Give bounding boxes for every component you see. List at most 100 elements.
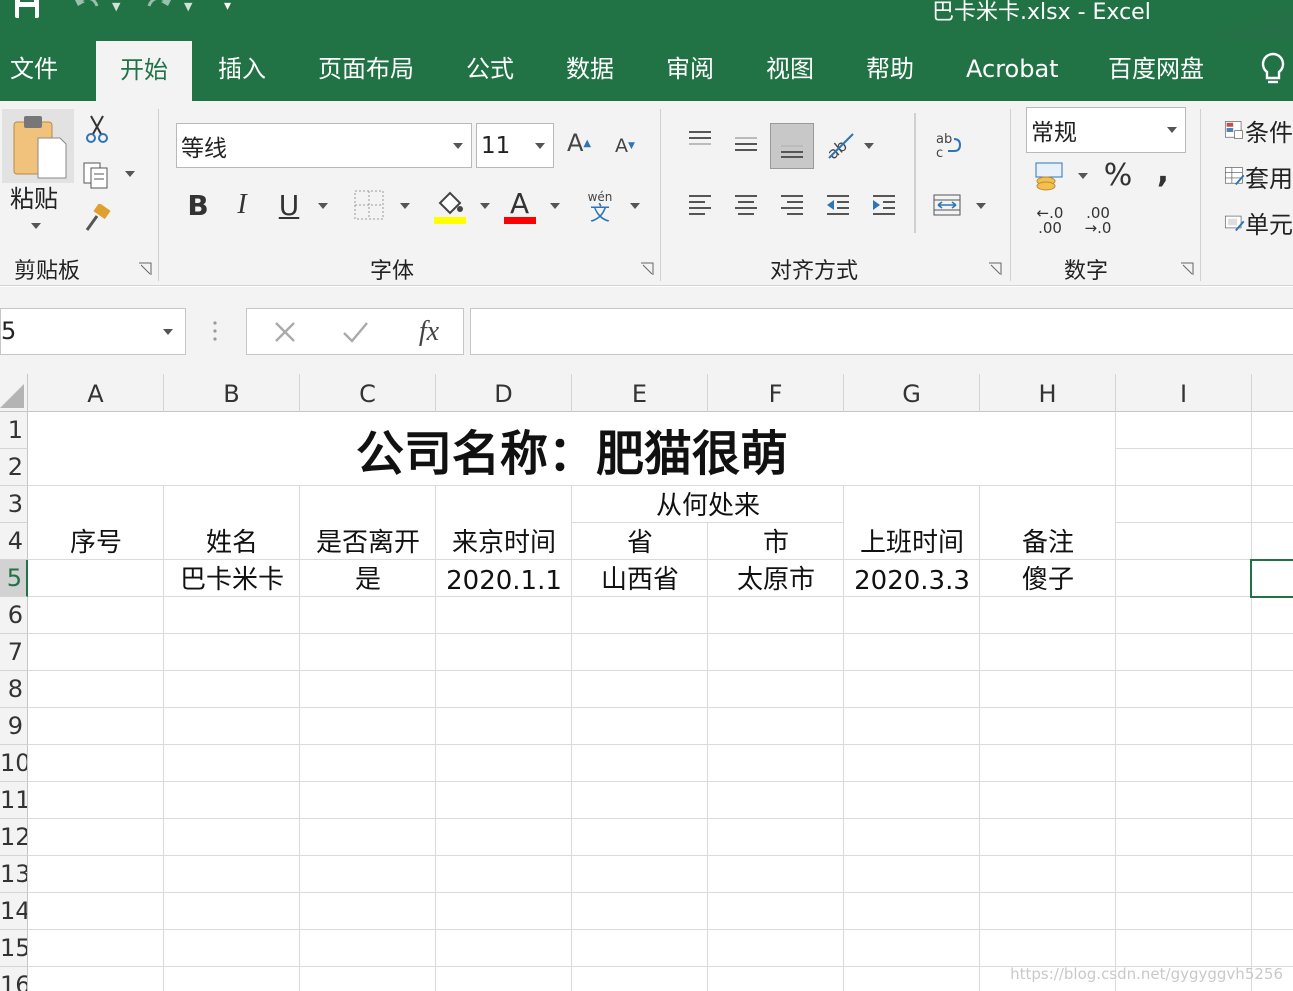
row-header[interactable]: 1	[0, 412, 28, 449]
increase-decimal-icon[interactable]: ←.0 .00	[1030, 203, 1070, 239]
tab-formulas[interactable]: 公式	[466, 40, 514, 101]
column-header[interactable]: E	[572, 374, 708, 412]
lightbulb-icon[interactable]	[1259, 50, 1287, 90]
accounting-format-icon[interactable]	[1030, 159, 1070, 195]
phonetic-dropdown-icon[interactable]	[626, 199, 644, 213]
tab-insert[interactable]: 插入	[218, 40, 266, 101]
active-cell-selection[interactable]	[1250, 559, 1293, 598]
align-bottom-icon[interactable]	[770, 123, 814, 169]
tab-home[interactable]: 开始	[96, 41, 192, 101]
fill-color-icon[interactable]	[430, 185, 470, 225]
row-header[interactable]: 16	[0, 967, 28, 991]
formula-bar-grip-icon[interactable]	[210, 318, 220, 344]
accounting-dropdown-icon[interactable]	[1074, 169, 1092, 183]
header-cell-left[interactable]: 是否离开	[300, 486, 436, 560]
orientation-dropdown-icon[interactable]	[860, 139, 878, 153]
enter-icon[interactable]	[337, 317, 373, 347]
decrease-indent-icon[interactable]	[820, 189, 856, 221]
row-header[interactable]: 3	[0, 486, 28, 523]
paste-label[interactable]: 粘贴	[4, 179, 64, 213]
sheet-title[interactable]: 公司名称：肥猫很萌	[28, 412, 1116, 486]
header-cell-seq[interactable]: 序号	[28, 486, 164, 560]
percent-button[interactable]: %	[1102, 157, 1134, 193]
row-header[interactable]: 9	[0, 708, 28, 745]
data-cell[interactable]: 太原市	[708, 560, 844, 597]
column-header-partial[interactable]	[1252, 374, 1293, 412]
tab-page-layout[interactable]: 页面布局	[318, 40, 414, 101]
row-header[interactable]: 14	[0, 893, 28, 930]
italic-button[interactable]: I	[226, 185, 258, 225]
data-cell[interactable]: 傻子	[980, 560, 1116, 597]
format-painter-icon[interactable]	[82, 203, 112, 233]
wrap-text-icon[interactable]: ab c	[930, 127, 964, 163]
orientation-icon[interactable]: ab	[822, 125, 858, 165]
border-icon[interactable]	[344, 187, 394, 223]
header-cell-origin[interactable]: 从何处来	[572, 486, 844, 523]
decrease-decimal-icon[interactable]: .00 →.0	[1078, 203, 1118, 239]
underline-button[interactable]: U	[272, 185, 306, 225]
align-right-icon[interactable]	[774, 189, 810, 221]
cell-styles-button[interactable]: 单元	[1224, 205, 1293, 239]
column-header[interactable]: C	[300, 374, 436, 412]
align-left-icon[interactable]	[682, 189, 718, 221]
row-header[interactable]: 4	[0, 523, 28, 560]
data-cell[interactable]: 巴卡米卡	[164, 560, 300, 597]
header-cell-name[interactable]: 姓名	[164, 486, 300, 560]
data-cell[interactable]: 2020.3.3	[844, 560, 980, 597]
data-cell[interactable]: 是	[300, 560, 436, 597]
cut-icon[interactable]	[82, 113, 112, 145]
row-header[interactable]: 8	[0, 671, 28, 708]
column-header[interactable]: A	[28, 374, 164, 412]
tab-help[interactable]: 帮助	[866, 40, 914, 101]
column-header[interactable]: D	[436, 374, 572, 412]
increase-indent-icon[interactable]	[866, 189, 902, 221]
row-header[interactable]: 13	[0, 856, 28, 893]
alignment-launcher-icon[interactable]	[988, 261, 1002, 275]
column-header[interactable]: B	[164, 374, 300, 412]
decrease-font-icon[interactable]: A ▼	[612, 131, 638, 161]
align-middle-icon[interactable]	[728, 129, 764, 159]
data-cell[interactable]: 山西省	[572, 560, 708, 597]
row-header-selected[interactable]: 5	[0, 560, 28, 597]
cancel-icon[interactable]	[267, 317, 303, 347]
row-header[interactable]: 15	[0, 930, 28, 967]
row-header[interactable]: 2	[0, 449, 28, 486]
column-header[interactable]: G	[844, 374, 980, 412]
align-top-icon[interactable]	[682, 125, 718, 155]
tab-file[interactable]: 文件	[10, 40, 58, 101]
phonetic-icon[interactable]: wén 文	[580, 185, 620, 229]
paste-icon[interactable]	[2, 109, 74, 183]
undo-dropdown-icon[interactable]: ▼	[112, 0, 120, 13]
formula-input[interactable]	[470, 308, 1293, 355]
number-format-select[interactable]: 常规	[1026, 107, 1186, 153]
format-as-table-button[interactable]: 套用	[1224, 159, 1293, 193]
paste-dropdown-icon[interactable]	[26, 219, 46, 233]
conditional-format-button[interactable]: 条件	[1224, 113, 1293, 147]
border-dropdown-icon[interactable]	[396, 199, 414, 213]
tab-acrobat[interactable]: Acrobat	[966, 40, 1059, 101]
row-header[interactable]: 11	[0, 782, 28, 819]
font-color-icon[interactable]: A	[500, 185, 540, 225]
number-launcher-icon[interactable]	[1180, 261, 1194, 275]
font-size-select[interactable]: 11	[476, 123, 554, 168]
data-cell[interactable]: 2020.1.1	[436, 560, 572, 597]
merge-center-icon[interactable]	[930, 189, 964, 221]
fill-color-dropdown-icon[interactable]	[476, 199, 494, 213]
bold-button[interactable]: B	[182, 185, 214, 225]
column-header[interactable]: I	[1116, 374, 1252, 412]
underline-dropdown-icon[interactable]	[314, 199, 332, 213]
column-header[interactable]: H	[980, 374, 1116, 412]
font-name-select[interactable]: 等线	[176, 123, 472, 168]
comma-button[interactable]: ,	[1148, 152, 1178, 190]
customize-toolbar-icon[interactable]: ▾	[224, 0, 231, 14]
merge-dropdown-icon[interactable]	[972, 199, 990, 213]
redo-dropdown-icon[interactable]: ▼	[184, 0, 192, 13]
insert-function-icon[interactable]: fx	[407, 313, 451, 351]
row-header[interactable]: 10	[0, 745, 28, 782]
copy-icon[interactable]	[80, 159, 112, 191]
row-header[interactable]: 12	[0, 819, 28, 856]
name-box[interactable]: 5	[0, 308, 186, 355]
tab-data[interactable]: 数据	[566, 40, 614, 101]
redo-icon[interactable]	[144, 0, 174, 18]
header-cell-work-time[interactable]: 上班时间	[844, 486, 980, 560]
